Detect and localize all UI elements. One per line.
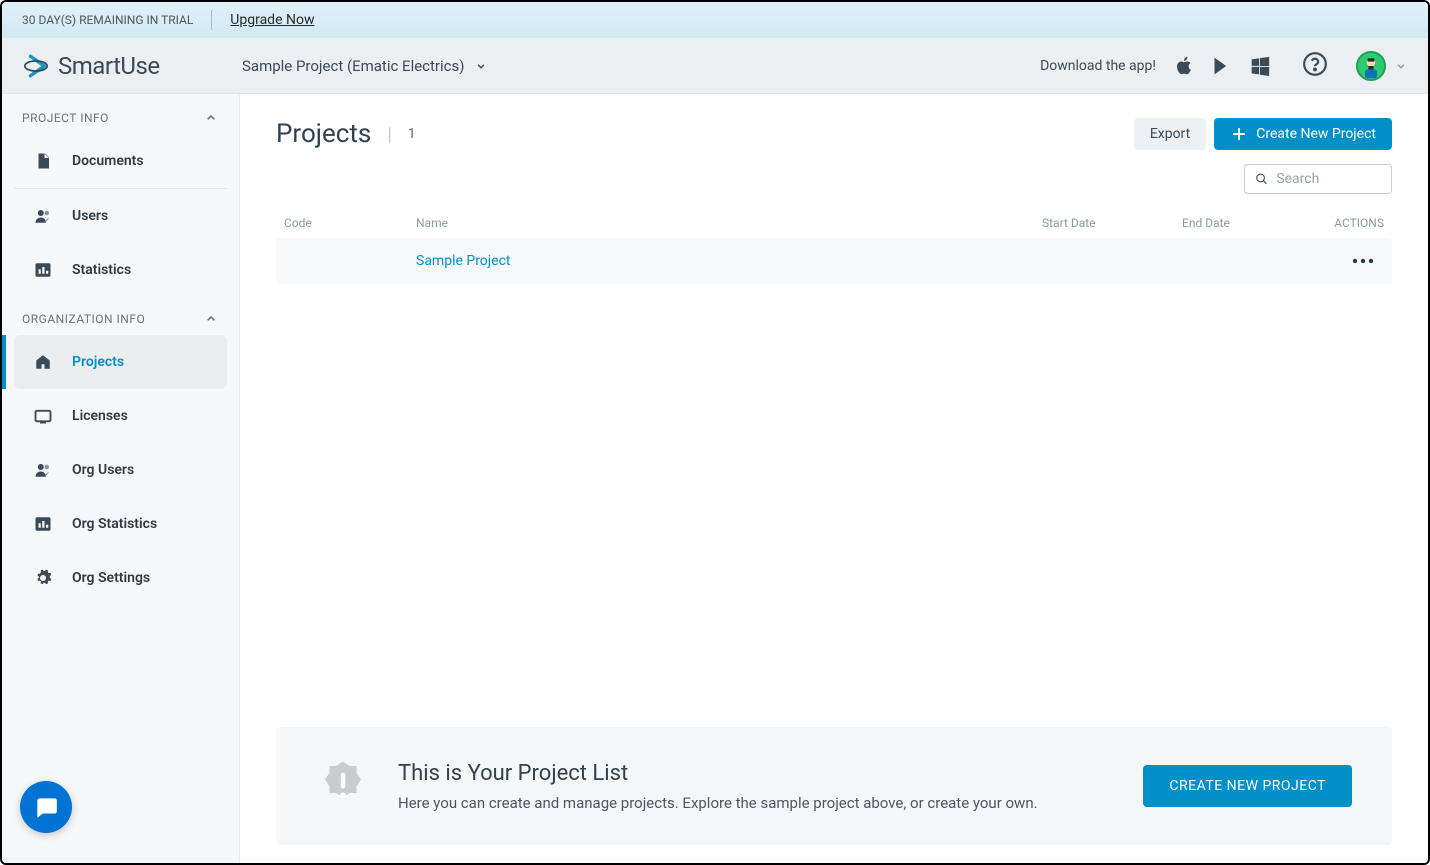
column-code[interactable]: Code [276, 216, 416, 230]
export-button[interactable]: Export [1134, 118, 1206, 150]
help-icon [1302, 51, 1328, 77]
column-name[interactable]: Name [416, 216, 1042, 230]
sidebar-item-projects[interactable]: Projects [14, 335, 227, 389]
search-box[interactable] [1244, 164, 1392, 194]
column-end-date[interactable]: End Date [1182, 216, 1322, 230]
plus-icon [1230, 125, 1248, 143]
chevron-up-icon [203, 311, 219, 327]
onboarding-create-button[interactable]: CREATE NEW PROJECT [1143, 765, 1352, 807]
topbar: SmartUse Sample Project (Ematic Electric… [2, 38, 1428, 94]
upgrade-link[interactable]: Upgrade Now [230, 12, 314, 28]
trial-bar: 30 DAY(S) REMAINING IN TRIAL Upgrade Now [2, 2, 1428, 38]
onboarding-body: Here you can create and manage projects.… [398, 794, 1038, 812]
sidebar-item-org-users[interactable]: Org Users [14, 443, 227, 497]
divider: | [387, 124, 391, 145]
gear-icon [34, 569, 52, 587]
chat-icon [33, 794, 59, 820]
table-row[interactable]: Sample Project [276, 238, 1392, 284]
project-selector-label: Sample Project (Ematic Electrics) [242, 57, 464, 75]
sidebar-section-organization-info[interactable]: ORGANIZATION INFO [2, 303, 239, 335]
button-label: Create New Project [1256, 126, 1376, 142]
projects-icon [34, 353, 52, 371]
create-project-button[interactable]: Create New Project [1214, 118, 1392, 150]
info-badge-icon [316, 757, 370, 815]
onboarding-title: This is Your Project List [398, 761, 1038, 786]
sidebar: PROJECT INFO Documents Users Statistics … [2, 94, 240, 863]
section-label: PROJECT INFO [22, 111, 109, 125]
projects-table: Code Name Start Date End Date ACTIONS Sa… [276, 208, 1392, 284]
download-app-group: Download the app! [1040, 55, 1270, 77]
statistics-icon [34, 261, 52, 279]
page-count: 1 [408, 126, 416, 142]
sidebar-item-documents[interactable]: Documents [14, 134, 227, 188]
button-label: Export [1150, 126, 1190, 142]
nav-label: Documents [72, 153, 144, 169]
statistics-icon [34, 515, 52, 533]
logo[interactable]: SmartUse [22, 52, 232, 80]
more-icon [1352, 258, 1374, 264]
sidebar-item-org-statistics[interactable]: Org Statistics [14, 497, 227, 551]
user-menu[interactable] [1356, 51, 1408, 81]
chat-button[interactable] [20, 781, 72, 833]
nav-label: Statistics [72, 262, 131, 278]
sidebar-item-org-settings[interactable]: Org Settings [14, 551, 227, 605]
sidebar-item-users[interactable]: Users [14, 189, 227, 243]
nav-label: Licenses [72, 408, 128, 424]
row-actions-button[interactable] [1322, 258, 1392, 264]
nav-label: Org Statistics [72, 516, 157, 532]
button-label: CREATE NEW PROJECT [1169, 778, 1326, 794]
avatar [1356, 51, 1386, 81]
windows-icon[interactable] [1250, 56, 1270, 76]
table-header: Code Name Start Date End Date ACTIONS [276, 208, 1392, 238]
sidebar-item-licenses[interactable]: Licenses [14, 389, 227, 443]
column-actions: ACTIONS [1322, 216, 1392, 230]
search-icon [1255, 171, 1268, 187]
sidebar-section-project-info[interactable]: PROJECT INFO [2, 102, 239, 134]
trial-remaining-text: 30 DAY(S) REMAINING IN TRIAL [22, 13, 193, 27]
nav-label: Org Settings [72, 570, 150, 586]
nav-label: Org Users [72, 462, 134, 478]
nav-label: Users [72, 208, 108, 224]
sidebar-item-statistics[interactable]: Statistics [14, 243, 227, 297]
help-button[interactable] [1302, 51, 1328, 81]
section-label: ORGANIZATION INFO [22, 312, 145, 326]
play-store-icon[interactable] [1212, 55, 1232, 77]
download-app-text: Download the app! [1040, 58, 1156, 74]
logo-icon [22, 52, 50, 80]
cell-name[interactable]: Sample Project [416, 253, 1042, 269]
project-selector[interactable]: Sample Project (Ematic Electrics) [242, 57, 488, 75]
nav-label: Projects [72, 354, 124, 370]
logo-text: SmartUse [58, 52, 160, 80]
chevron-up-icon [203, 110, 219, 126]
divider [211, 10, 212, 30]
users-icon [34, 207, 52, 225]
column-start-date[interactable]: Start Date [1042, 216, 1182, 230]
page-title: Projects [276, 119, 371, 149]
document-icon [34, 152, 52, 170]
apple-icon[interactable] [1174, 55, 1194, 77]
page-header: Projects | 1 Export Create New Project [276, 118, 1392, 150]
onboarding-banner: This is Your Project List Here you can c… [276, 727, 1392, 845]
main-content: Projects | 1 Export Create New Project [240, 94, 1428, 863]
users-icon [34, 461, 52, 479]
licenses-icon [34, 407, 52, 425]
chevron-down-icon [474, 59, 488, 73]
search-input[interactable] [1276, 171, 1381, 187]
chevron-down-icon [1394, 59, 1408, 73]
